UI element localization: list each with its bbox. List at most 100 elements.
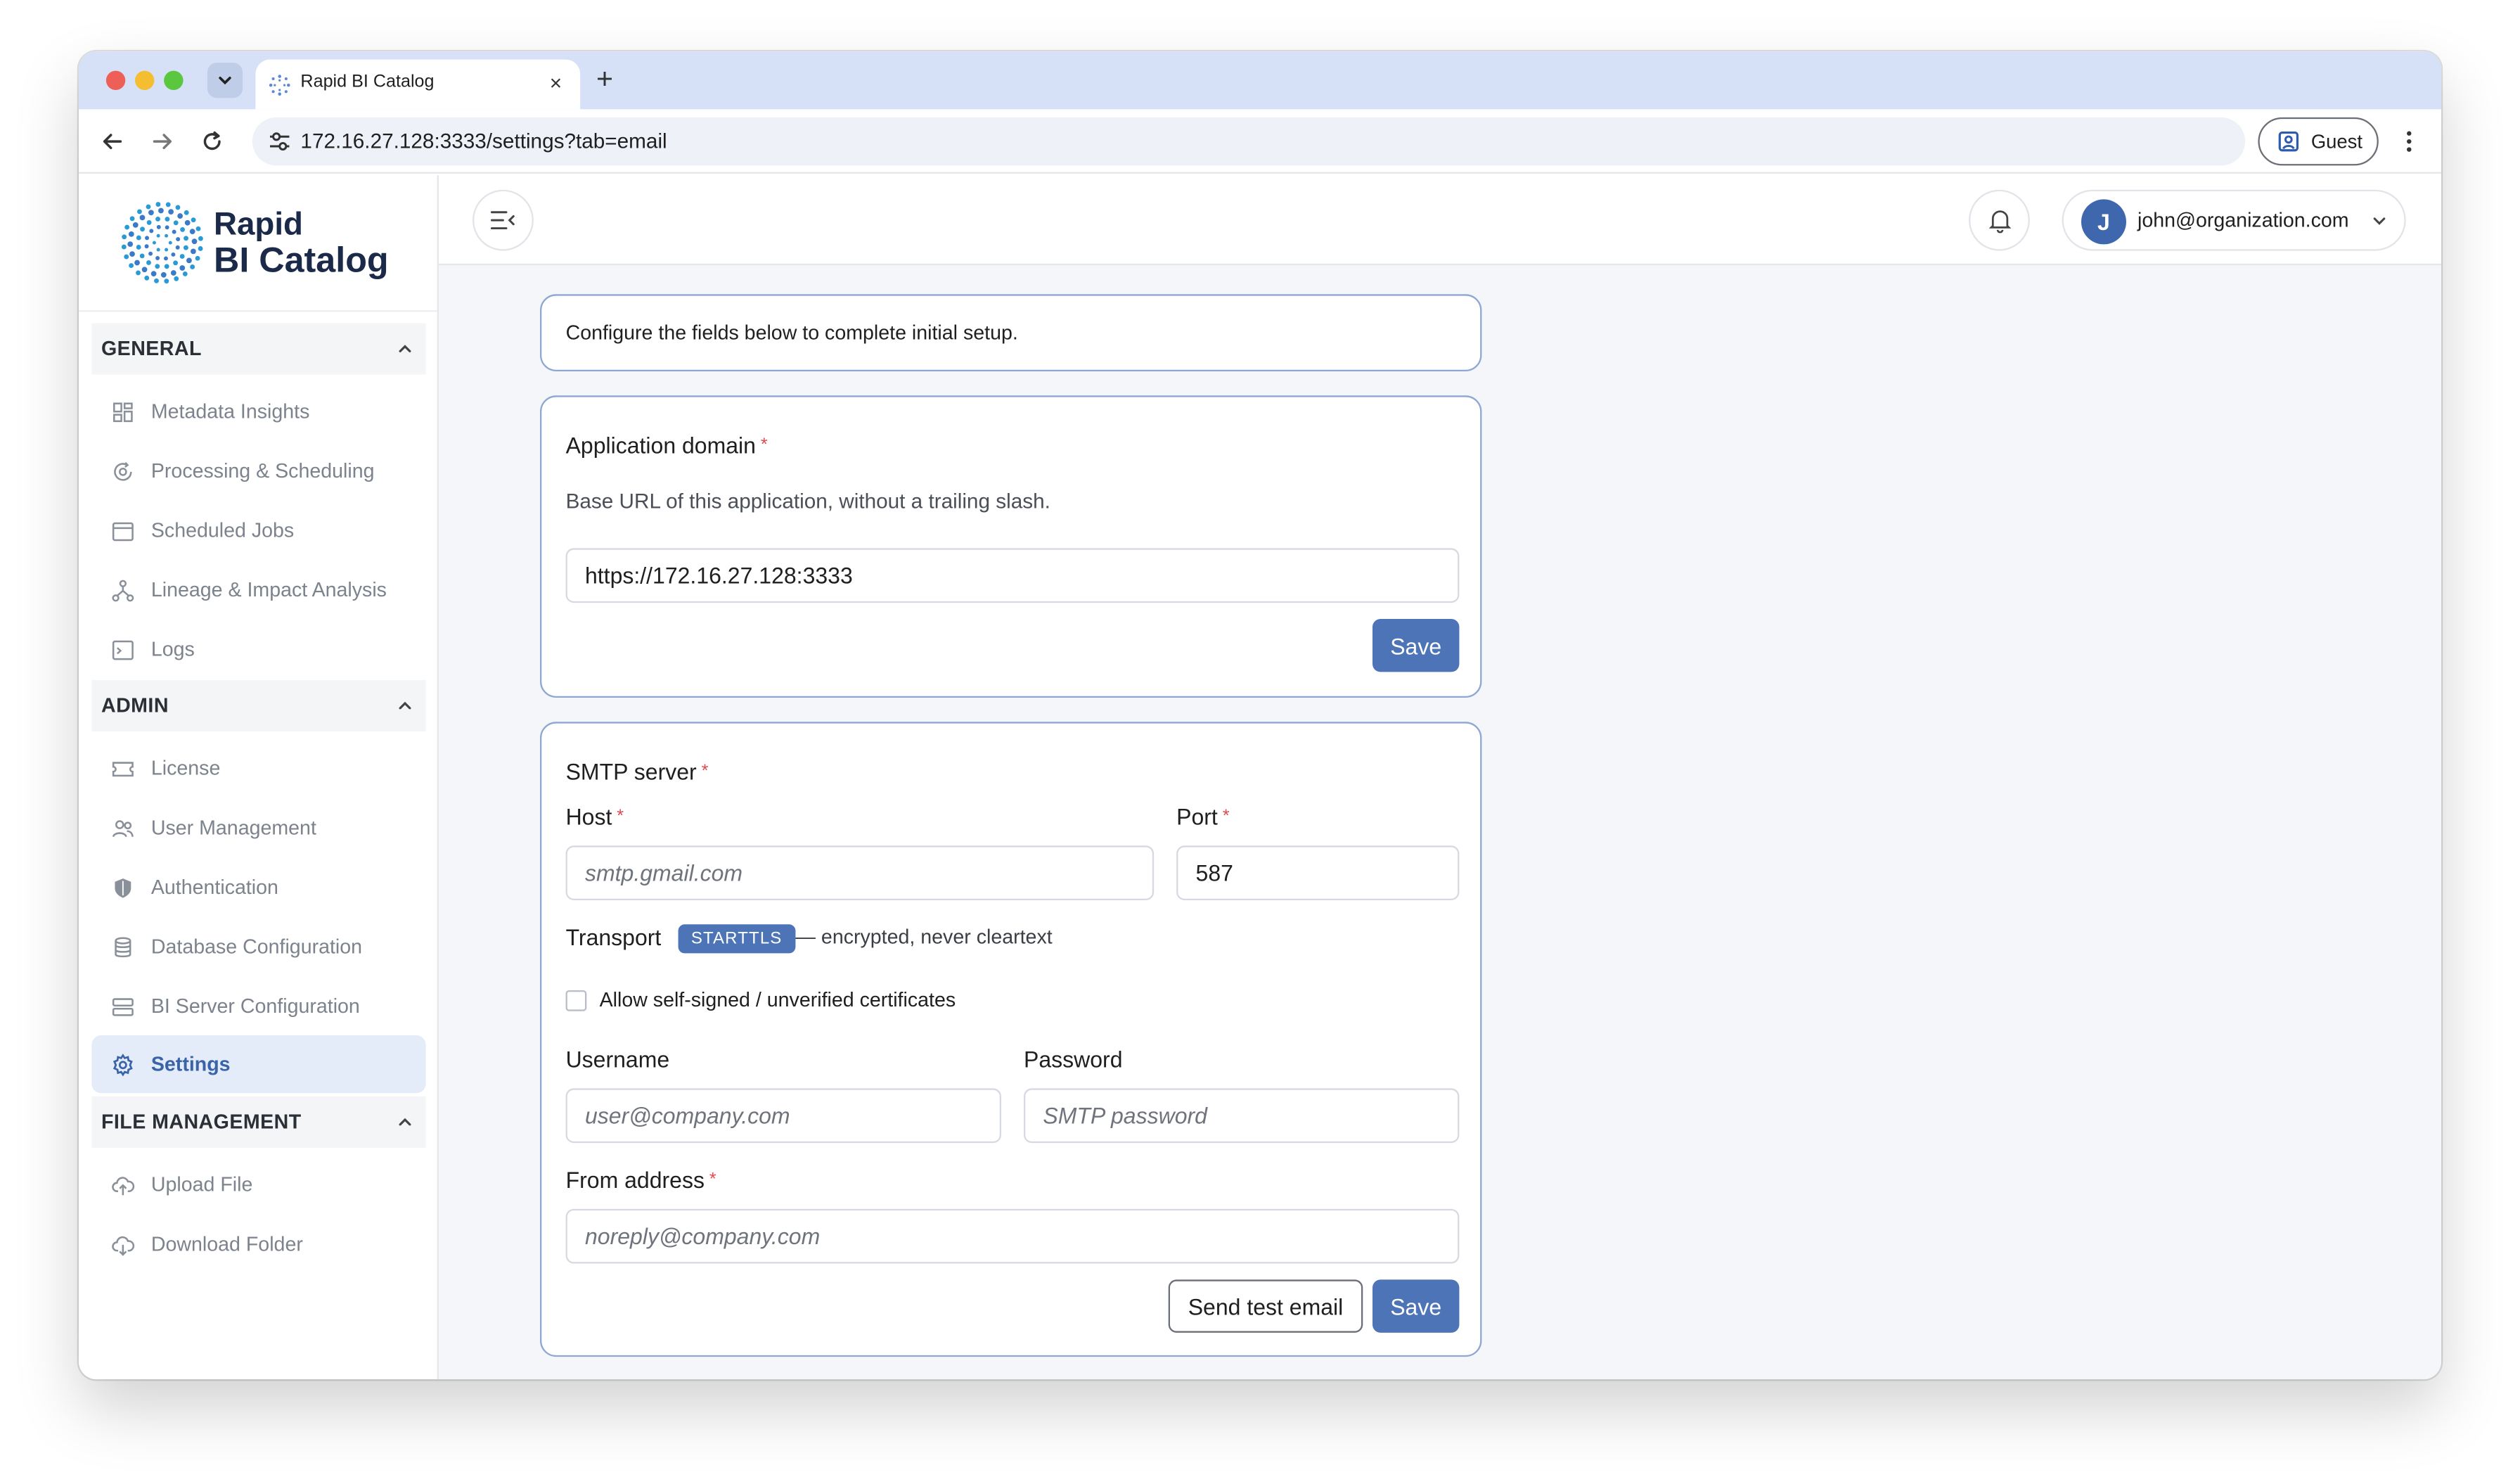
- sidebar-item-label: Lineage & Impact Analysis: [150, 578, 387, 601]
- smtp-save-button[interactable]: Save: [1372, 1279, 1460, 1333]
- username-label: Username: [565, 1046, 670, 1073]
- sidebar-item-lineage-impact[interactable]: Lineage & Impact Analysis: [91, 561, 425, 619]
- sidebar-item-label: Upload File: [150, 1173, 253, 1196]
- section-title: ADMIN: [101, 694, 169, 717]
- browser-tab-bar: Rapid BI Catalog × +: [78, 51, 2441, 110]
- sidebar-item-download-folder[interactable]: Download Folder: [91, 1215, 425, 1273]
- sidebar-item-processing-scheduling[interactable]: Processing & Scheduling: [91, 442, 425, 500]
- chevron-up-icon: [399, 701, 411, 710]
- sidebar-item-database-configuration[interactable]: Database Configuration: [91, 918, 425, 976]
- smtp-title: SMTP server *: [566, 759, 709, 785]
- sidebar-item-label: Metadata Insights: [150, 400, 310, 423]
- browser-menu-icon[interactable]: [2400, 127, 2419, 156]
- chevron-up-icon: [399, 1118, 411, 1126]
- application-domain-card: Application domain * Base URL of this app…: [539, 395, 1482, 698]
- section-header-file-management[interactable]: FILE MANAGEMENT: [91, 1096, 426, 1148]
- reload-icon[interactable]: [199, 129, 225, 155]
- gear-icon: [112, 1052, 133, 1076]
- host-label-text: Host: [565, 803, 612, 830]
- sidebar-item-label: Scheduled Jobs: [150, 519, 295, 542]
- cloud-download-icon: [112, 1235, 135, 1255]
- section-header-admin[interactable]: ADMIN: [91, 679, 426, 731]
- notifications-button[interactable]: [1968, 189, 2030, 251]
- app-domain-label-text: Application domain: [565, 432, 756, 459]
- chevron-down-icon: [219, 77, 231, 85]
- sidebar: Rapid BI Catalog GENERAL Metadata Insigh…: [78, 175, 442, 1380]
- maximize-window-button[interactable]: [164, 70, 184, 90]
- sidebar-collapse-button[interactable]: [472, 189, 534, 251]
- forward-arrow-icon[interactable]: [150, 129, 176, 155]
- user-menu-button[interactable]: J john@organization.com: [2062, 189, 2406, 251]
- smtp-from-address-input[interactable]: noreply@company.com: [565, 1208, 1460, 1264]
- sidebar-item-upload-file[interactable]: Upload File: [91, 1156, 425, 1213]
- app-domain-input[interactable]: https://172.16.27.128:3333: [565, 548, 1460, 603]
- new-tab-button[interactable]: +: [596, 64, 613, 93]
- chevron-down-icon: [2373, 217, 2386, 225]
- ticket-icon: [112, 761, 134, 776]
- sidebar-item-label: Authentication: [150, 876, 278, 899]
- url-text: 172.16.27.128:3333/settings?tab=email: [300, 128, 667, 153]
- section-header-general[interactable]: GENERAL: [91, 323, 426, 375]
- bell-icon: [1988, 210, 2011, 234]
- sidebar-item-bi-server-configuration[interactable]: BI Server Configuration: [91, 978, 425, 1035]
- dashboard-grid-icon: [113, 402, 133, 421]
- smtp-password-input[interactable]: SMTP password: [1023, 1088, 1460, 1144]
- allow-self-signed-label[interactable]: Allow self-signed / unverified certifica…: [600, 989, 956, 1011]
- sidebar-item-settings[interactable]: Settings: [91, 1035, 426, 1094]
- required-marker: *: [701, 762, 709, 781]
- minimize-window-button[interactable]: [134, 70, 155, 90]
- profile-label: Guest: [2310, 130, 2363, 153]
- required-marker: *: [1222, 807, 1230, 826]
- app-domain-save-button[interactable]: Save: [1372, 618, 1460, 672]
- close-window-button[interactable]: [105, 70, 126, 90]
- app-name-line1: Rapid: [213, 207, 303, 243]
- collapse-menu-icon: [490, 211, 515, 230]
- sidebar-item-logs[interactable]: Logs: [91, 620, 425, 678]
- app-name-line2: BI Catalog: [213, 239, 389, 280]
- app-domain-help: Base URL of this application, without a …: [565, 488, 1050, 513]
- sidebar-item-authentication[interactable]: Authentication: [91, 859, 425, 916]
- tab-close-icon[interactable]: ×: [550, 72, 562, 95]
- browser-tab-active[interactable]: Rapid BI Catalog ×: [255, 59, 581, 110]
- sidebar-item-metadata-insights[interactable]: Metadata Insights: [91, 383, 425, 440]
- section-title: FILE MANAGEMENT: [101, 1111, 302, 1134]
- browser-toolbar: 172.16.27.128:3333/settings?tab=email Gu…: [78, 109, 2441, 174]
- sidebar-item-label: Processing & Scheduling: [150, 459, 375, 482]
- back-arrow-icon[interactable]: [100, 129, 126, 155]
- cloud-upload-icon: [112, 1176, 135, 1195]
- sidebar-item-label: BI Server Configuration: [150, 994, 360, 1018]
- setup-intro-card: Configure the fields below to complete i…: [539, 294, 1482, 371]
- site-settings-icon[interactable]: [269, 130, 291, 153]
- address-bar[interactable]: 172.16.27.128:3333/settings?tab=email: [252, 117, 2246, 166]
- from-address-label: From address *: [566, 1167, 716, 1193]
- required-marker: *: [709, 1170, 716, 1190]
- section-title: GENERAL: [101, 337, 202, 360]
- port-label: Port *: [1176, 804, 1229, 830]
- sidebar-item-user-management[interactable]: User Management: [91, 799, 425, 857]
- required-marker: *: [617, 807, 624, 826]
- profile-icon: [2278, 131, 2299, 152]
- database-icon: [115, 936, 131, 957]
- calendar-icon: [112, 521, 134, 541]
- sidebar-item-scheduled-jobs[interactable]: Scheduled Jobs: [91, 501, 425, 559]
- smtp-host-input[interactable]: smtp.gmail.com: [565, 845, 1155, 900]
- intro-text: Configure the fields below to complete i…: [565, 321, 1018, 345]
- allow-self-signed-checkbox[interactable]: [565, 990, 587, 1011]
- server-icon: [112, 997, 134, 1016]
- logo-divider: [78, 310, 437, 312]
- tab-search-button[interactable]: [207, 63, 243, 98]
- sidebar-item-label: Download Folder: [150, 1233, 303, 1256]
- port-label-text: Port: [1176, 803, 1218, 830]
- screenshot-stage: Rapid BI Catalog × + 172.16.27.128:3333/…: [0, 0, 2520, 1481]
- app-logo[interactable]: Rapid BI Catalog: [120, 201, 442, 298]
- sidebar-item-label: User Management: [150, 817, 316, 840]
- app-favicon-icon: [269, 75, 290, 96]
- smtp-username-input[interactable]: user@company.com: [565, 1088, 1001, 1144]
- profile-guest-button[interactable]: Guest: [2258, 117, 2379, 166]
- smtp-port-input[interactable]: 587: [1176, 845, 1460, 900]
- tab-title: Rapid BI Catalog: [300, 72, 435, 92]
- terminal-icon: [112, 639, 134, 660]
- sidebar-item-license[interactable]: License: [91, 739, 425, 797]
- main-content: J john@organization.com Configure the fi…: [438, 175, 2441, 1380]
- send-test-email-button[interactable]: Send test email: [1168, 1279, 1363, 1333]
